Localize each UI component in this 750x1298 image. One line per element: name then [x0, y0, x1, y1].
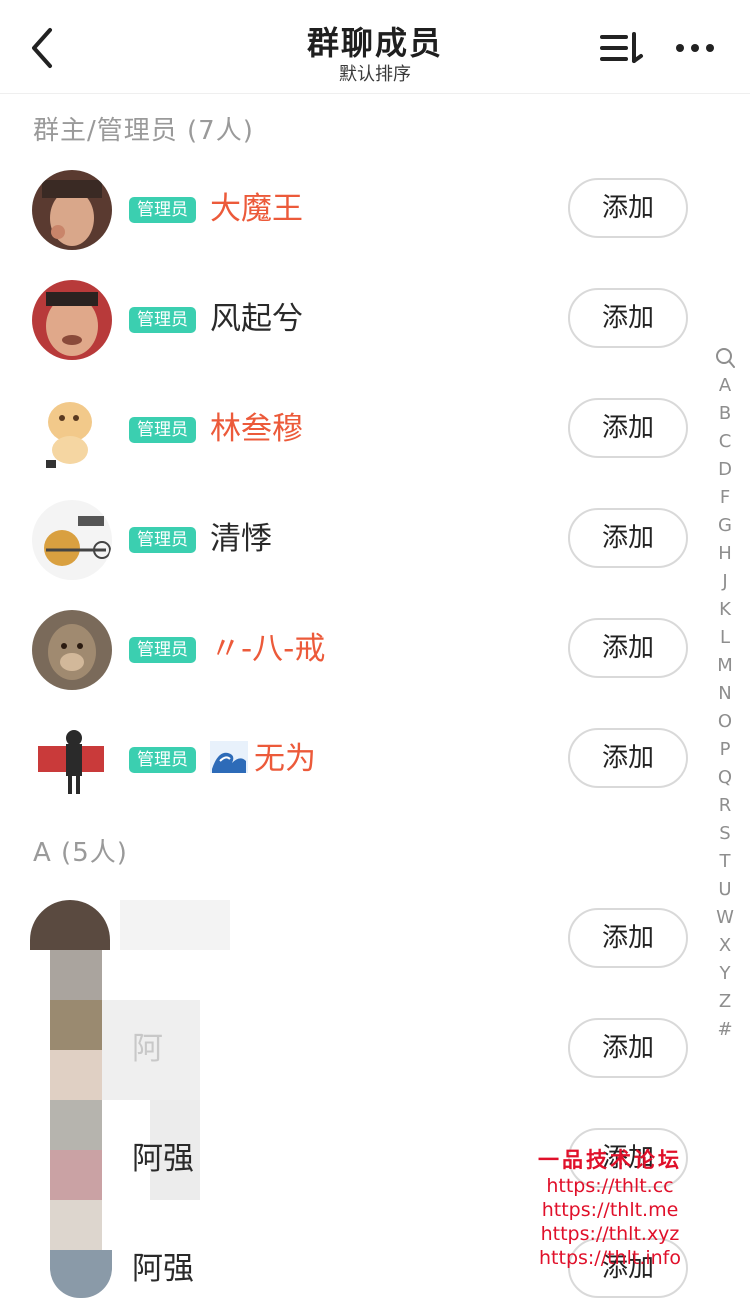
- index-letter[interactable]: S: [712, 820, 738, 848]
- add-friend-button[interactable]: 添加: [568, 1018, 688, 1078]
- index-letter[interactable]: #: [712, 1016, 738, 1044]
- index-letter[interactable]: U: [712, 876, 738, 904]
- admin-badge: 管理员: [129, 307, 196, 333]
- watermark-url: https://thlt.me: [541, 1199, 679, 1221]
- index-letter[interactable]: H: [712, 540, 738, 568]
- add-friend-button[interactable]: 添加: [568, 288, 688, 348]
- member-row[interactable]: 管理员 风起兮 添加: [0, 262, 705, 372]
- index-letter[interactable]: K: [712, 596, 738, 624]
- index-letter[interactable]: Q: [712, 764, 738, 792]
- sort-button[interactable]: [598, 28, 646, 68]
- admin-badge: 管理员: [129, 637, 196, 663]
- admin-badge: 管理员: [129, 747, 196, 773]
- member-nickname: 阿强: [132, 1141, 194, 1177]
- watermark-title: 一品技术论坛: [538, 1148, 682, 1172]
- index-letter[interactable]: T: [712, 848, 738, 876]
- avatar: [32, 500, 112, 580]
- index-letter[interactable]: P: [712, 736, 738, 764]
- admins-section-header: 群主/管理员 (7人): [33, 116, 254, 146]
- add-friend-button[interactable]: 添加: [568, 908, 688, 968]
- index-letter[interactable]: Y: [712, 960, 738, 988]
- index-letter[interactable]: F: [712, 484, 738, 512]
- wave-emoji-icon: [210, 741, 248, 773]
- add-friend-button[interactable]: 添加: [568, 508, 688, 568]
- watermark-url: https://thlt.info: [539, 1247, 681, 1269]
- member-row[interactable]: 管理员 无为 添加: [0, 702, 705, 812]
- search-icon: [716, 348, 735, 368]
- watermark-url: https://thlt.cc: [546, 1175, 674, 1197]
- index-letter[interactable]: A: [712, 372, 738, 400]
- index-letter[interactable]: Z: [712, 988, 738, 1016]
- avatar: [32, 610, 112, 690]
- member-nickname: 清悸: [210, 521, 272, 557]
- member-row[interactable]: 阿 添加: [0, 992, 705, 1102]
- top-bar: 群聊成员 默认排序: [0, 0, 750, 94]
- index-letter[interactable]: B: [712, 400, 738, 428]
- watermark-url: https://thlt.xyz: [540, 1223, 680, 1245]
- index-letter[interactable]: O: [712, 708, 738, 736]
- add-friend-button[interactable]: 添加: [568, 398, 688, 458]
- member-row[interactable]: 管理员 清悸 添加: [0, 482, 705, 592]
- admin-badge: 管理员: [129, 197, 196, 223]
- index-search[interactable]: [712, 344, 738, 372]
- avatar: [32, 280, 112, 360]
- member-nickname: 〃-八-戒: [210, 631, 326, 667]
- member-nickname: 大魔王: [210, 191, 303, 227]
- member-row[interactable]: 管理员 〃-八-戒 添加: [0, 592, 705, 702]
- more-icon: [676, 44, 714, 52]
- more-button[interactable]: [673, 28, 721, 68]
- index-letter[interactable]: W: [712, 904, 738, 932]
- index-letter[interactable]: N: [712, 680, 738, 708]
- member-nickname: 阿强: [132, 1251, 194, 1287]
- a-section-header: A (5人): [33, 838, 128, 868]
- member-row[interactable]: 管理员 林叁穆 添加: [0, 372, 705, 482]
- index-letter[interactable]: X: [712, 932, 738, 960]
- index-letter[interactable]: C: [712, 428, 738, 456]
- index-letter[interactable]: J: [712, 568, 738, 596]
- admin-badge: 管理员: [129, 527, 196, 553]
- avatar: [32, 720, 112, 800]
- watermark: 一品技术论坛 https://thlt.cc https://thlt.me h…: [525, 1148, 695, 1270]
- avatar: [32, 170, 112, 250]
- member-row[interactable]: 管理员 大魔王 添加: [0, 152, 705, 262]
- add-friend-button[interactable]: 添加: [568, 618, 688, 678]
- member-nickname: 风起兮: [210, 301, 303, 337]
- index-letter[interactable]: G: [712, 512, 738, 540]
- member-row[interactable]: 添加: [0, 882, 705, 992]
- admin-badge: 管理员: [129, 417, 196, 443]
- index-letter[interactable]: R: [712, 792, 738, 820]
- member-nickname: 林叁穆: [210, 411, 303, 447]
- member-nickname-text: 无为: [254, 741, 316, 777]
- index-letter[interactable]: M: [712, 652, 738, 680]
- index-letter[interactable]: D: [712, 456, 738, 484]
- sort-icon: [600, 32, 643, 63]
- index-letter[interactable]: L: [712, 624, 738, 652]
- alphabet-index[interactable]: A B C D F G H J K L M N O P Q R S T U W X Y Z #: [712, 344, 738, 1044]
- group-members-screen: 群聊成员 默认排序 群主/管理员 (7人) 管理员 大魔王 添加 管理员 风起兮…: [0, 0, 750, 1298]
- member-nickname: 无为: [210, 740, 316, 778]
- member-nickname: 阿: [132, 1031, 163, 1067]
- add-friend-button[interactable]: 添加: [568, 728, 688, 788]
- add-friend-button[interactable]: 添加: [568, 178, 688, 238]
- avatar: [32, 390, 112, 470]
